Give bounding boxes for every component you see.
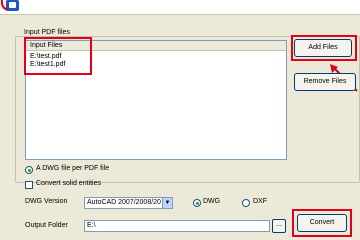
chevron-down-icon[interactable]: ▼ bbox=[162, 198, 172, 208]
annotation-box-files bbox=[24, 37, 92, 75]
solid-entities-checkbox[interactable] bbox=[25, 181, 33, 189]
format-dxf-label: DXF bbox=[253, 198, 267, 205]
dwg-version-value: AutoCAD 2007/2008/20 bbox=[87, 199, 161, 206]
output-folder-value: E:\ bbox=[87, 222, 96, 229]
annotation-box-add-files bbox=[291, 35, 357, 61]
per-pdf-radio[interactable] bbox=[25, 166, 33, 174]
browse-button[interactable]: ... bbox=[272, 219, 286, 233]
title-strip bbox=[0, 0, 360, 15]
remove-files-button[interactable]: Remove Files bbox=[294, 73, 356, 91]
output-folder-label: Output Folder bbox=[25, 222, 68, 229]
format-dwg-label: DWG bbox=[203, 198, 221, 205]
dwg-version-label: DWG Version bbox=[25, 198, 68, 205]
annotation-box-convert bbox=[292, 209, 352, 237]
output-folder-input[interactable]: E:\ bbox=[84, 220, 270, 232]
format-dwg-radio[interactable] bbox=[193, 199, 201, 207]
dwg-version-select[interactable]: AutoCAD 2007/2008/20 ▼ bbox=[84, 197, 173, 209]
per-pdf-label: A DWG file per PDF file bbox=[36, 165, 110, 172]
group-title: Input PDF files bbox=[22, 29, 72, 36]
red-annotation-arrow-icon bbox=[0, 0, 9, 11]
format-dxf-radio[interactable] bbox=[242, 199, 250, 207]
solid-entities-label: Convert solid entities bbox=[36, 180, 101, 187]
